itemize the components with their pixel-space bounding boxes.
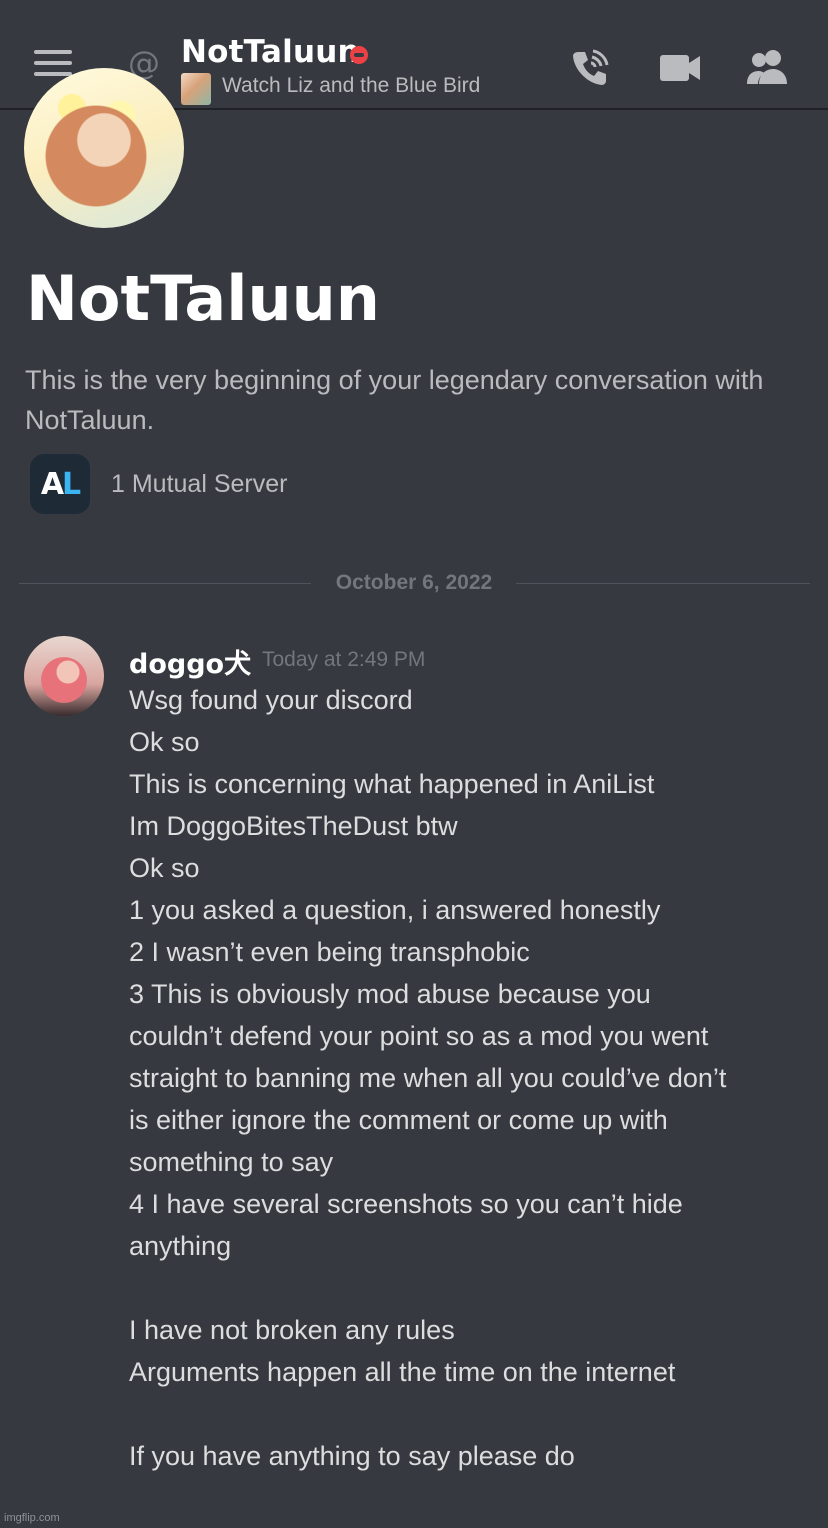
activity-thumbnail bbox=[181, 73, 211, 105]
mutual-servers-link[interactable]: 1 Mutual Server bbox=[111, 470, 287, 499]
message-content[interactable]: Wsg found your discord Ok so This is conce… bbox=[129, 679, 809, 1477]
profile-avatar[interactable] bbox=[24, 68, 184, 228]
message-line: I have not broken any rules bbox=[129, 1315, 455, 1345]
divider-line bbox=[19, 583, 311, 584]
message-line bbox=[129, 1267, 809, 1309]
dm-screen: @ NotTaluun Watch Liz and the Blue Bird bbox=[0, 0, 828, 1528]
dnd-status-icon bbox=[350, 46, 368, 64]
members-icon[interactable] bbox=[745, 46, 791, 95]
message-line: 1 you asked a question, i answered hones… bbox=[129, 895, 661, 925]
message-line: 2 I wasn’t even being transphobic bbox=[129, 937, 530, 967]
message-line: couldn’t defend your point so as a mod y… bbox=[129, 1021, 709, 1051]
header-username[interactable]: NotTaluun bbox=[181, 34, 360, 70]
voice-call-icon[interactable] bbox=[568, 46, 612, 95]
message-line: anything bbox=[129, 1231, 232, 1261]
message-line: Arguments happen all the time on the int… bbox=[129, 1357, 676, 1387]
message-avatar[interactable] bbox=[24, 636, 104, 716]
message-line: 3 This is obviously mod abuse because yo… bbox=[129, 979, 651, 1009]
message-line: straight to banning me when all you coul… bbox=[129, 1063, 727, 1093]
message-line bbox=[129, 1393, 809, 1435]
message-line: Im DoggoBitesTheDust btw bbox=[129, 811, 458, 841]
message-line: Ok so bbox=[129, 727, 200, 757]
date-divider: October 6, 2022 bbox=[335, 571, 493, 594]
custom-status: Watch Liz and the Blue Bird bbox=[222, 74, 481, 97]
mutual-server-icon[interactable]: AL bbox=[30, 454, 90, 514]
message-line: 4 I have several screenshots so you can’… bbox=[129, 1189, 683, 1219]
dm-title: NotTaluun bbox=[26, 262, 380, 335]
message-line: Ok so bbox=[129, 853, 200, 883]
message-line: Wsg found your discord bbox=[129, 685, 413, 715]
message-line: This is concerning what happened in AniL… bbox=[129, 769, 655, 799]
message-line: something to say bbox=[129, 1147, 334, 1177]
video-call-icon[interactable] bbox=[658, 46, 702, 95]
dm-intro-text: This is the very beginning of your legen… bbox=[25, 365, 764, 435]
message-line: If you have anything to say please do bbox=[129, 1441, 575, 1471]
message-line: is either ignore the comment or come up … bbox=[129, 1105, 668, 1135]
message-author[interactable]: doggo犬 bbox=[129, 642, 251, 681]
watermark: imgflip.com bbox=[4, 1512, 60, 1524]
divider-line bbox=[516, 583, 810, 584]
message-timestamp: Today at 2:49 PM bbox=[262, 648, 426, 671]
